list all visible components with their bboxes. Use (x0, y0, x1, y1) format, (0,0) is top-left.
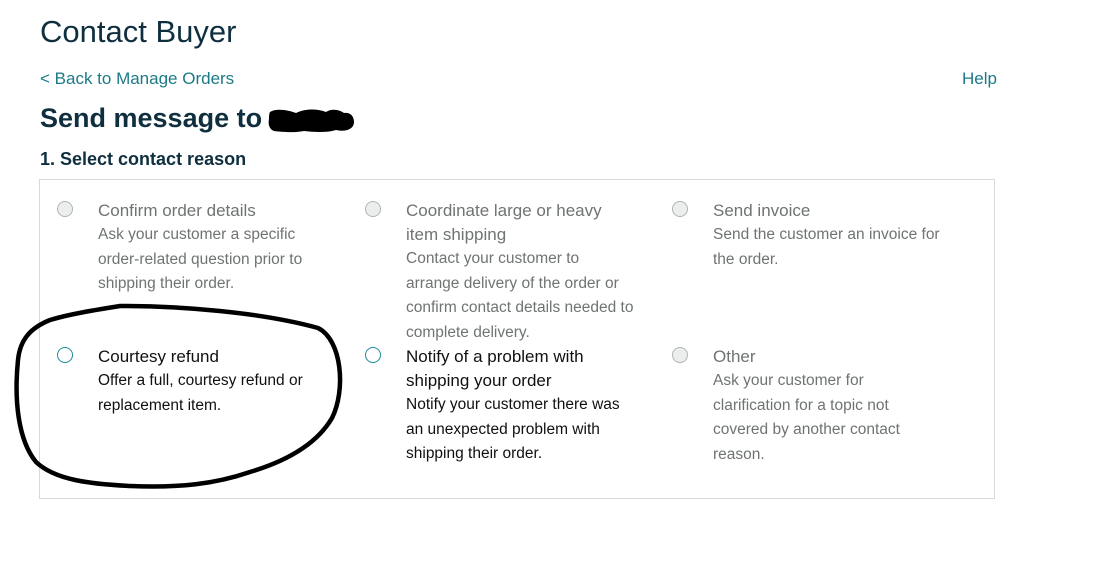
option-description: Ask your customer a specific order-relat… (98, 226, 303, 292)
option-description: Send the customer an invoice for the ord… (713, 226, 940, 268)
option-notify-shipping-problem[interactable]: Notify of a problem with shipping your o… (365, 345, 636, 467)
send-message-heading: Send message to (40, 103, 263, 133)
radio-button[interactable] (365, 347, 381, 363)
radio-button (672, 201, 688, 217)
option-title: Coordinate large or heavy item shipping (406, 201, 602, 244)
option-other: Other Ask your customer for clarificatio… (672, 345, 923, 467)
option-title: Confirm order details (98, 201, 256, 220)
option-title: Other (713, 347, 756, 366)
select-contact-reason-heading: 1. Select contact reason (40, 149, 247, 169)
page-title: Contact Buyer (40, 14, 237, 49)
option-confirm-order-details: Confirm order details Ask your customer … (57, 199, 338, 297)
option-description: Ask your customer for clarification for … (713, 372, 900, 463)
radio-button (365, 201, 381, 217)
option-description: Notify your customer there was an unexpe… (406, 396, 620, 462)
contact-reason-options: Confirm order details Ask your customer … (39, 179, 995, 499)
option-courtesy-refund[interactable]: Courtesy refund Offer a full, courtesy r… (57, 345, 328, 418)
option-coordinate-shipping: Coordinate large or heavy item shipping … (365, 199, 636, 345)
option-title: Notify of a problem with shipping your o… (406, 347, 584, 390)
radio-button[interactable] (57, 347, 73, 363)
option-send-invoice: Send invoice Send the customer an invoic… (672, 199, 953, 272)
help-link[interactable]: Help (962, 69, 997, 89)
option-title: Courtesy refund (98, 347, 219, 366)
redacted-buyer-name (268, 109, 354, 133)
radio-button (57, 201, 73, 217)
radio-button (672, 347, 688, 363)
option-title: Send invoice (713, 201, 811, 220)
option-description: Offer a full, courtesy refund or replace… (98, 372, 303, 414)
back-to-manage-orders-link[interactable]: < Back to Manage Orders (40, 69, 234, 89)
option-description: Contact your customer to arrange deliver… (406, 250, 634, 341)
